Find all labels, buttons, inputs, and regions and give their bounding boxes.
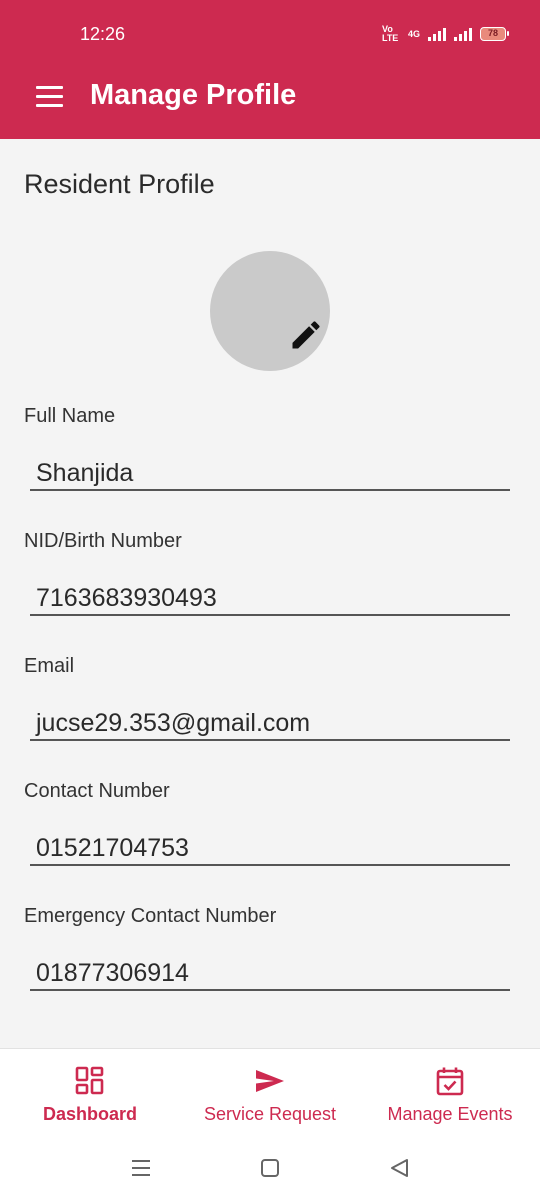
nid-label: NID/Birth Number [24, 530, 182, 552]
signal-icon [428, 27, 446, 41]
recents-icon[interactable] [129, 1156, 153, 1180]
back-icon[interactable] [387, 1156, 411, 1180]
nav-service-request[interactable]: Service Request [180, 1049, 360, 1141]
email-label: Email [24, 655, 75, 677]
nav-service-request-label: Service Request [203, 1104, 337, 1124]
emergency-contact-field[interactable]: 01877306914 [36, 959, 189, 988]
nid-field[interactable]: 7163683930493 [36, 584, 217, 613]
contact-number-label: Contact Number [24, 780, 170, 802]
battery-level: 78 [487, 28, 498, 38]
pencil-edit-icon[interactable] [288, 317, 324, 353]
emergency-contact-label: Emergency Contact Number [24, 905, 277, 927]
hamburger-menu-icon[interactable] [36, 86, 63, 108]
nav-dashboard-label: Dashboard [42, 1104, 138, 1124]
bottom-navigation: Dashboard Service Request Manage Events [0, 1048, 540, 1141]
dashboard-grid-icon [75, 1066, 104, 1095]
app-bar: 12:26 Vo LTE 4G 78 Manage Profile [0, 0, 540, 139]
full-name-field[interactable]: Shanjida [36, 459, 133, 488]
battery-icon: 78 [480, 27, 509, 41]
section-title: Resident Profile [24, 169, 215, 199]
send-icon [256, 1070, 284, 1092]
nav-dashboard[interactable]: Dashboard [0, 1049, 180, 1141]
home-icon[interactable] [258, 1156, 282, 1180]
full-name-underline [30, 489, 510, 491]
network-type: 4G [407, 29, 420, 39]
nav-manage-events[interactable]: Manage Events [360, 1049, 540, 1141]
system-navigation-bar [0, 1140, 540, 1200]
email-underline [30, 739, 510, 741]
nav-manage-events-label: Manage Events [387, 1104, 513, 1124]
contact-number-field[interactable]: 01521704753 [36, 834, 189, 863]
full-name-label: Full Name [24, 405, 116, 427]
email-field[interactable]: jucse29.353@gmail.com [36, 709, 310, 738]
volte-indicator: Vo LTE [381, 24, 399, 43]
status-icons: Vo LTE 4G 78 [381, 24, 509, 44]
contact-number-underline [30, 864, 510, 866]
status-time: 12:26 [80, 24, 126, 44]
signal-icon-2 [454, 27, 472, 41]
nid-underline [30, 614, 510, 616]
emergency-contact-underline [30, 989, 510, 991]
calendar-check-icon [436, 1067, 464, 1096]
page-title: Manage Profile [90, 79, 297, 111]
avatar[interactable] [210, 251, 330, 371]
